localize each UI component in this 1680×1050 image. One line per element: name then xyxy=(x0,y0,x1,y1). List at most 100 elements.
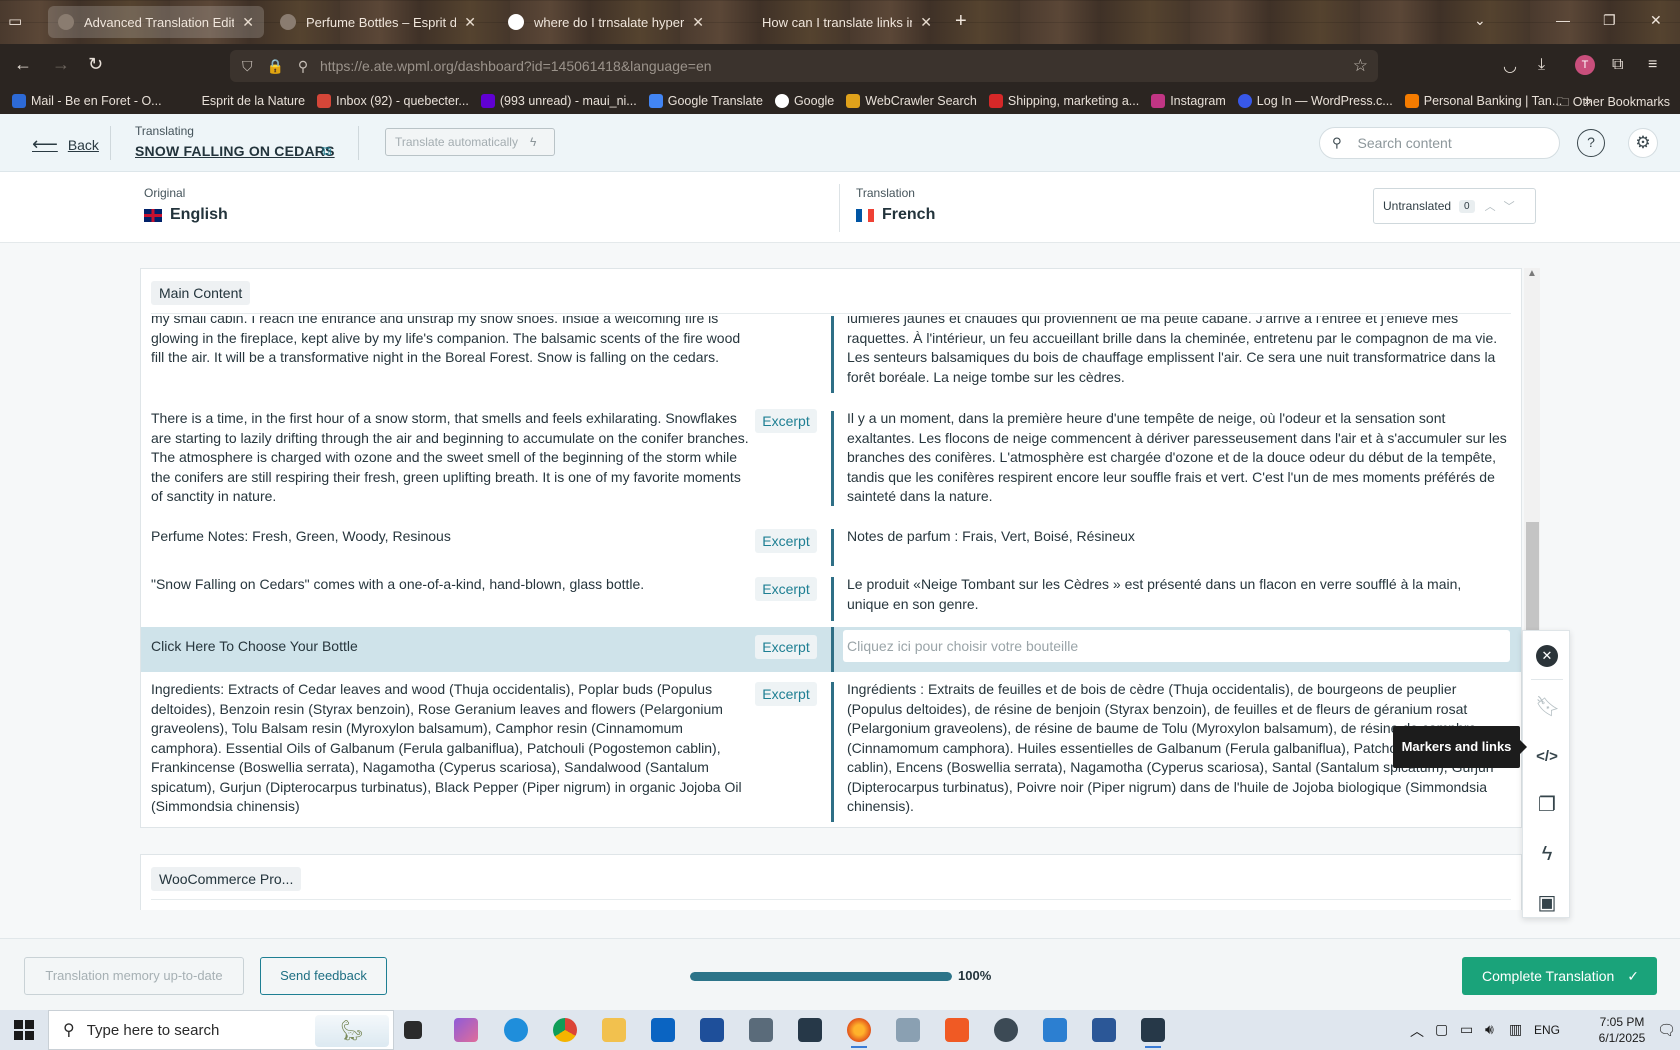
segment-row[interactable]: Ingredients: Extracts of Cedar leaves an… xyxy=(141,680,1521,822)
bookmark-item[interactable]: Inbox (92) - quebecter... xyxy=(317,94,469,108)
copy-original-icon[interactable]: ❐ xyxy=(1523,785,1571,825)
segment-row[interactable]: my small cabin. I reach the entrance and… xyxy=(141,316,1521,397)
back-button[interactable]: ⟵ Back xyxy=(32,134,99,155)
chevron-down-icon[interactable]: ﹀ xyxy=(1504,198,1515,214)
tray-chevron-up-icon[interactable]: ︿ xyxy=(1410,1021,1424,1041)
bookmark-item[interactable]: Log In — WordPress.c... xyxy=(1237,94,1393,108)
lightning-icon[interactable]: ϟ xyxy=(1523,834,1571,874)
bookmark-star-icon[interactable]: ☆ xyxy=(1353,56,1368,76)
chevron-up-icon[interactable]: ︿ xyxy=(1485,198,1496,214)
menu-icon[interactable]: ≡ xyxy=(1648,56,1657,74)
bookmark-item[interactable]: Esprit de la Nature xyxy=(202,94,306,108)
copilot-icon[interactable] xyxy=(454,1018,478,1042)
windows-start-icon[interactable] xyxy=(14,1020,34,1040)
wpml-app-icon[interactable] xyxy=(1141,1018,1165,1048)
bookmark-item[interactable]: Google xyxy=(774,94,834,108)
bookmark-item[interactable]: Instagram xyxy=(1151,94,1226,108)
bookmark-icon[interactable]: 🔖︎ xyxy=(1535,687,1583,727)
bookmark-item[interactable]: (993 unread) - maui_ni... xyxy=(480,94,637,108)
source-text: Click Here To Choose Your Bottle xyxy=(151,638,358,654)
complete-translation-button[interactable]: Complete Translation ✓ xyxy=(1462,957,1657,995)
close-tab-icon[interactable]: ✕ xyxy=(692,14,704,31)
new-tab-icon[interactable]: + xyxy=(955,10,967,33)
paint-icon[interactable] xyxy=(1043,1018,1067,1042)
progress-percent: 100% xyxy=(958,968,992,983)
task-view-icon[interactable] xyxy=(404,1021,422,1039)
wpml-app-icon[interactable] xyxy=(798,1018,822,1042)
browser-tab[interactable]: where do I trnsalate hyperlinks ✕ xyxy=(498,6,714,38)
word-icon[interactable] xyxy=(1092,1018,1116,1042)
tab-list-icon[interactable]: ▭ xyxy=(8,12,30,32)
volume-icon[interactable]: 🔊︎ xyxy=(1485,1021,1494,1038)
back-arrow-icon[interactable]: ← xyxy=(14,54,32,75)
extensions-icon[interactable]: ⧉ xyxy=(1612,56,1623,74)
outlook-icon[interactable] xyxy=(651,1018,675,1042)
browser-tab[interactable]: Perfume Bottles – Esprit de la Nature ✕ xyxy=(270,6,486,38)
divider xyxy=(1531,679,1563,680)
tray-meet-icon[interactable]: ▢ xyxy=(1435,1021,1448,1038)
search-content-input[interactable]: ⚲ Search content xyxy=(1319,127,1560,159)
bookmark-item[interactable]: Personal Banking | Tan... xyxy=(1404,94,1562,108)
close-tab-icon[interactable]: ✕ xyxy=(464,14,476,31)
battery-icon[interactable]: ▭ xyxy=(1460,1021,1473,1038)
input-language[interactable]: ENG xyxy=(1534,1023,1560,1037)
code-markers-icon[interactable]: </> xyxy=(1523,737,1571,777)
help-icon[interactable]: ? xyxy=(1577,129,1605,157)
calculator-icon[interactable] xyxy=(749,1018,773,1042)
pocket-icon[interactable]: ◡ xyxy=(1503,56,1517,76)
forward-arrow-icon[interactable]: → xyxy=(52,54,70,75)
segment-row[interactable]: There is a time, in the first hour of a … xyxy=(141,409,1521,514)
file-explorer-icon[interactable] xyxy=(602,1018,626,1042)
target-text[interactable]: Le produit «Neige Tombant sur les Cèdres… xyxy=(847,575,1507,614)
notification-icon[interactable]: 🗨︎ xyxy=(1657,1021,1676,1039)
scrollbar-thumb[interactable] xyxy=(1526,522,1539,632)
brave-icon[interactable] xyxy=(945,1018,969,1042)
bookmarks-bar: Mail - Be en Foret - O... Esprit de la N… xyxy=(0,88,1680,114)
send-feedback-button[interactable]: Send feedback xyxy=(260,957,387,995)
bookmark-item[interactable]: Mail - Be en Foret - O... xyxy=(12,94,162,108)
external-link-icon[interactable]: ⧉ xyxy=(322,143,331,159)
segment-row-selected[interactable]: Click Here To Choose Your Bottle Excerpt… xyxy=(141,627,1521,672)
browser-tab-active[interactable]: Advanced Translation Editor - WPML ✕ xyxy=(48,6,264,38)
download-icon[interactable]: ⤓ xyxy=(1538,56,1545,74)
other-bookmarks[interactable]: 🗀 Other Bookmarks xyxy=(1557,93,1670,114)
segment-row[interactable]: Perfume Notes: Fresh, Green, Woody, Resi… xyxy=(141,527,1521,567)
restore-icon[interactable]: ❐ xyxy=(1603,12,1616,29)
edge-icon[interactable] xyxy=(504,1018,528,1042)
reload-icon[interactable]: ↻ xyxy=(88,54,103,75)
target-text[interactable]: Il y a un moment, dans la première heure… xyxy=(847,409,1507,507)
translate-automatically-button[interactable]: Translate automatically ϟ xyxy=(385,128,555,156)
gear-icon[interactable]: ⚙ xyxy=(1628,128,1658,158)
translation-memory-button[interactable]: Translation memory up-to-date xyxy=(24,957,244,995)
photos-icon[interactable] xyxy=(896,1018,920,1042)
tab-overflow-chevron-icon[interactable]: ⌄ xyxy=(1474,12,1486,29)
close-tab-icon[interactable]: ✕ xyxy=(242,14,254,31)
account-avatar[interactable]: T xyxy=(1575,55,1595,75)
target-text[interactable]: lumières jaunes et chaudes qui provienne… xyxy=(847,316,1507,387)
save-icon[interactable]: ▣ xyxy=(1523,883,1571,923)
segment-list: my small cabin. I reach the entrance and… xyxy=(141,316,1521,827)
clock-app-icon[interactable] xyxy=(994,1018,1018,1042)
minimize-icon[interactable]: — xyxy=(1556,12,1570,28)
store-icon[interactable] xyxy=(700,1018,724,1042)
browser-tab[interactable]: How can I translate links in WPML ✕ xyxy=(726,6,942,38)
close-segment-button[interactable]: ✕ xyxy=(1523,635,1571,675)
target-text[interactable]: Notes de parfum : Frais, Vert, Boisé, Ré… xyxy=(847,527,1507,547)
close-window-icon[interactable]: ✕ xyxy=(1650,12,1662,29)
taskbar-search-input[interactable]: ⚲ Type here to search 🦕︎ xyxy=(48,1010,394,1050)
url-bar[interactable]: ⛉🔒⚲ https://e.ate.wpml.org/dashboard?id=… xyxy=(230,50,1378,82)
chrome-icon[interactable] xyxy=(553,1018,577,1042)
original-label: Original xyxy=(144,186,186,200)
network-icon[interactable]: ▥ xyxy=(1509,1021,1522,1038)
scroll-up-arrow-icon[interactable]: ▲ xyxy=(1527,268,1537,279)
system-clock[interactable]: 7:05 PM 6/1/2025 xyxy=(1597,1014,1647,1046)
segment-row[interactable]: "Snow Falling on Cedars" comes with a on… xyxy=(141,575,1521,625)
bookmark-item[interactable]: Google Translate xyxy=(648,94,763,108)
translation-input[interactable]: Cliquez ici pour choisir votre bouteille xyxy=(843,630,1510,662)
divider xyxy=(110,126,111,160)
close-tab-icon[interactable]: ✕ xyxy=(920,14,932,31)
firefox-icon[interactable] xyxy=(847,1018,871,1048)
bookmark-item[interactable]: WebCrawler Search xyxy=(846,94,977,108)
bookmark-item[interactable]: Shipping, marketing a... xyxy=(988,94,1139,108)
document-title-link[interactable]: SNOW FALLING ON CEDARS xyxy=(135,143,335,159)
